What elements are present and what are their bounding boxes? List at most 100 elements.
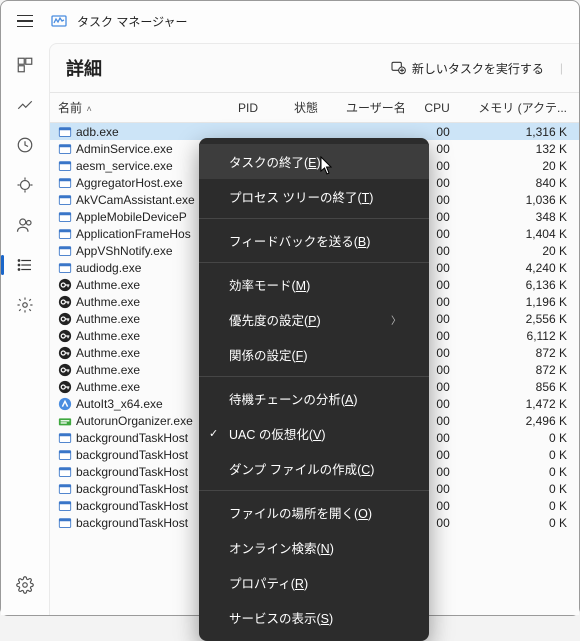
sort-indicator-icon: ˄ bbox=[84, 104, 92, 114]
process-icon bbox=[58, 346, 72, 360]
process-memory: 1,036 K bbox=[458, 191, 579, 208]
process-memory: 1,196 K bbox=[458, 293, 579, 310]
menu-item[interactable]: ✓UAC の仮想化(V) bbox=[199, 416, 429, 451]
process-name: Authme.exe bbox=[76, 346, 140, 360]
context-menu: タスクの終了(E) プロセス ツリーの終了(T) フィードバックを送る(B) 効率モー… bbox=[199, 138, 429, 641]
col-header-status[interactable]: 状態 bbox=[286, 93, 338, 123]
menu-item-label: プロセス ツリーの終了(T) bbox=[229, 187, 373, 206]
sidebar-settings[interactable] bbox=[5, 567, 45, 603]
menu-item[interactable]: 関係の設定(F) bbox=[199, 337, 429, 372]
process-icon bbox=[58, 380, 72, 394]
process-memory: 840 K bbox=[458, 174, 579, 191]
process-icon bbox=[58, 329, 72, 343]
process-memory: 0 K bbox=[458, 429, 579, 446]
process-memory: 2,496 K bbox=[458, 412, 579, 429]
process-name: backgroundTaskHost bbox=[76, 516, 188, 530]
process-name: backgroundTaskHost bbox=[76, 431, 188, 445]
process-memory: 348 K bbox=[458, 208, 579, 225]
menu-item[interactable]: プロセス ツリーの終了(T) bbox=[199, 179, 429, 214]
process-memory: 20 K bbox=[458, 157, 579, 174]
header-actions: 新しいタスクを実行する | bbox=[390, 59, 563, 78]
sidebar-startup[interactable] bbox=[5, 167, 45, 203]
process-name: Authme.exe bbox=[76, 312, 140, 326]
task-manager-icon bbox=[51, 13, 67, 29]
menu-item-label: 待機チェーンの分析(A) bbox=[229, 389, 358, 408]
col-header-pid[interactable]: PID bbox=[230, 93, 286, 123]
process-icon bbox=[58, 482, 72, 496]
process-icon bbox=[58, 397, 72, 411]
menu-item-label: 優先度の設定(P) bbox=[229, 310, 321, 329]
process-memory: 1,472 K bbox=[458, 395, 579, 412]
process-icon bbox=[58, 448, 72, 462]
hamburger-menu-button[interactable] bbox=[9, 5, 41, 37]
process-memory: 20 K bbox=[458, 242, 579, 259]
col-header-user[interactable]: ユーザー名 bbox=[338, 93, 414, 123]
table-header-row: 名前 ˄ PID 状態 ユーザー名 CPU メモリ (アクテ... bbox=[50, 93, 579, 123]
process-icon bbox=[58, 278, 72, 292]
sidebar bbox=[1, 41, 49, 615]
process-icon bbox=[58, 210, 72, 224]
menu-item-label: サービスの表示(S) bbox=[229, 608, 333, 627]
process-name: ApplicationFrameHos bbox=[76, 227, 191, 241]
process-name: Authme.exe bbox=[76, 380, 140, 394]
process-icon bbox=[58, 227, 72, 241]
col-header-name[interactable]: 名前 ˄ bbox=[50, 93, 230, 123]
menu-separator bbox=[199, 490, 429, 491]
process-memory: 1,404 K bbox=[458, 225, 579, 242]
process-name: backgroundTaskHost bbox=[76, 499, 188, 513]
menu-item[interactable]: 効率モード(M) bbox=[199, 267, 429, 302]
process-name: aesm_service.exe bbox=[76, 159, 173, 173]
process-memory: 0 K bbox=[458, 514, 579, 531]
window-title: タスク マネージャー bbox=[77, 13, 188, 30]
process-memory: 4,240 K bbox=[458, 259, 579, 276]
process-name: AutorunOrganizer.exe bbox=[76, 414, 193, 428]
process-icon bbox=[58, 431, 72, 445]
col-header-cpu[interactable]: CPU bbox=[414, 93, 458, 123]
run-new-task-button[interactable]: 新しいタスクを実行する bbox=[390, 59, 544, 78]
sidebar-app-history[interactable] bbox=[5, 127, 45, 163]
process-memory: 0 K bbox=[458, 497, 579, 514]
process-name: AppVShNotify.exe bbox=[76, 244, 173, 258]
menu-item[interactable]: ファイルの場所を開く(O) bbox=[199, 495, 429, 530]
header-divider: | bbox=[560, 61, 563, 75]
menu-item[interactable]: オンライン検索(N) bbox=[199, 530, 429, 565]
menu-item-label: ファイルの場所を開く(O) bbox=[229, 503, 372, 522]
chevron-right-icon: 〉 bbox=[391, 312, 401, 327]
process-memory: 2,556 K bbox=[458, 310, 579, 327]
process-name: backgroundTaskHost bbox=[76, 482, 188, 496]
menu-item-label: フィードバックを送る(B) bbox=[229, 231, 370, 250]
process-name: Authme.exe bbox=[76, 363, 140, 377]
process-memory: 856 K bbox=[458, 378, 579, 395]
process-memory: 1,316 K bbox=[458, 123, 579, 141]
sidebar-services[interactable] bbox=[5, 287, 45, 323]
process-memory: 872 K bbox=[458, 361, 579, 378]
run-new-task-label: 新しいタスクを実行する bbox=[412, 60, 544, 77]
process-name: AutoIt3_x64.exe bbox=[76, 397, 163, 411]
sidebar-users[interactable] bbox=[5, 207, 45, 243]
process-icon bbox=[58, 363, 72, 377]
process-icon bbox=[58, 159, 72, 173]
sidebar-performance[interactable] bbox=[5, 87, 45, 123]
menu-item[interactable]: フィードバックを送る(B) bbox=[199, 223, 429, 258]
process-memory: 0 K bbox=[458, 446, 579, 463]
menu-item-label: 関係の設定(F) bbox=[229, 345, 307, 364]
process-icon bbox=[58, 193, 72, 207]
menu-item[interactable]: タスクの終了(E) bbox=[199, 144, 429, 179]
menu-item[interactable]: 優先度の設定(P) 〉 bbox=[199, 302, 429, 337]
col-header-memory[interactable]: メモリ (アクテ... bbox=[458, 93, 579, 123]
page-title: 詳細 bbox=[66, 55, 102, 81]
menu-separator bbox=[199, 376, 429, 377]
menu-item[interactable]: プロパティ(R) bbox=[199, 565, 429, 600]
menu-item[interactable]: 待機チェーンの分析(A) bbox=[199, 381, 429, 416]
process-name: audiodg.exe bbox=[76, 261, 141, 275]
menu-item[interactable]: サービスの表示(S) bbox=[199, 600, 429, 635]
menu-item-label: 効率モード(M) bbox=[229, 275, 310, 294]
process-icon bbox=[58, 414, 72, 428]
menu-item[interactable]: ダンプ ファイルの作成(C) bbox=[199, 451, 429, 486]
process-icon bbox=[58, 176, 72, 190]
process-name: AkVCamAssistant.exe bbox=[76, 193, 195, 207]
sidebar-details[interactable] bbox=[5, 247, 45, 283]
process-memory: 6,136 K bbox=[458, 276, 579, 293]
sidebar-processes[interactable] bbox=[5, 47, 45, 83]
process-name: Authme.exe bbox=[76, 329, 140, 343]
